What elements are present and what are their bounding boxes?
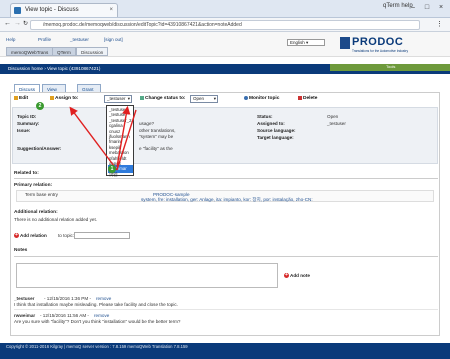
- term-entry-link[interactable]: system, fre: installation, ger: Anlage, …: [141, 197, 313, 203]
- summary-value: usage?: [139, 121, 155, 126]
- add-icon: +: [284, 272, 289, 279]
- remove-note-link[interactable]: remove: [96, 296, 111, 301]
- issue-label: Issue:: [17, 128, 31, 133]
- green-banner: Tools: [330, 64, 450, 71]
- tab-title: View topic - Discuss: [25, 7, 79, 13]
- add-note-button[interactable]: + Add note: [284, 272, 310, 279]
- notes-heading: Notes: [14, 248, 28, 253]
- prodoc-logo: PRODOC Translations for the Automotive I…: [340, 36, 440, 64]
- divider: [14, 309, 438, 310]
- note-text: Are you sure with "facility"? Don't you …: [14, 319, 181, 324]
- summary-label: Summary:: [17, 121, 40, 126]
- reload-icon[interactable]: ↻: [23, 20, 28, 27]
- close-window-icon[interactable]: ×: [434, 2, 448, 14]
- primary-relation-label: Primary relation:: [14, 183, 53, 188]
- minimize-icon[interactable]: –: [406, 2, 420, 14]
- status-icon: [140, 95, 144, 100]
- signout-link[interactable]: [sign out]: [104, 37, 123, 42]
- primary-relation-box: Term base entry PRODOC-sample system, fr…: [16, 190, 434, 202]
- monitor-icon: [244, 95, 248, 100]
- note-date: - 12/15/2016 1:36 PM -: [44, 296, 91, 301]
- tab-memoqwebtrans[interactable]: memoQWebTrans: [6, 47, 54, 56]
- step-1-badge: 1: [108, 165, 116, 173]
- primary-relation-text: Term base entry: [25, 192, 58, 197]
- tab-discussion[interactable]: Discussion: [76, 47, 109, 56]
- back-icon[interactable]: ←: [4, 20, 11, 27]
- status-label: Status:: [257, 114, 273, 119]
- add-icon: +: [14, 232, 19, 239]
- topic-id-label: Topic ID:: [17, 114, 37, 119]
- source-language-label: Source language:: [257, 128, 296, 133]
- note-textarea[interactable]: [16, 263, 278, 288]
- menu-icon[interactable]: ⋮: [436, 20, 443, 28]
- divider: [14, 256, 438, 257]
- page-favicon-icon: [14, 7, 21, 14]
- suggestion-label: Suggestion/Answer:: [17, 146, 62, 151]
- add-relation-button[interactable]: + Add relation: [14, 232, 47, 239]
- related-topic-input[interactable]: [74, 232, 130, 239]
- tab-qterm[interactable]: QTerm: [52, 47, 76, 56]
- target-language-label: Target language:: [257, 135, 294, 140]
- url-input[interactable]: /memoq.prodoc.de/memoqweb/discussion/edi…: [30, 20, 420, 30]
- to-topic-label: to topic:: [58, 233, 75, 238]
- note-author: rwweimar: [14, 313, 36, 318]
- assign-icon: [50, 95, 54, 100]
- browser-tab[interactable]: View topic - Discuss ×: [10, 3, 118, 17]
- assigned-label: Assigned to:: [257, 121, 285, 126]
- note-date: - 12/15/2016 11:56 AM -: [40, 313, 89, 318]
- topic-info: Topic ID: Summary: usage? Issue: other t…: [12, 107, 438, 164]
- profile-link[interactable]: Profile: [38, 37, 51, 42]
- help-link[interactable]: Help: [6, 37, 15, 42]
- delete-icon: [298, 95, 302, 100]
- note-author: _testuser: [14, 296, 35, 301]
- additional-relation-text: There is no additional relation added ye…: [14, 217, 97, 222]
- edit-button[interactable]: Edit: [14, 95, 28, 103]
- divider: [14, 178, 438, 179]
- language-value: English: [290, 40, 305, 45]
- issue-value-2: "system" may be: [139, 134, 174, 139]
- breadcrumb[interactable]: Discussion home › View topic (4391086742…: [8, 66, 100, 71]
- forward-icon[interactable]: →: [14, 20, 21, 27]
- note-text: I think that installation maybe misleadi…: [14, 302, 178, 307]
- topic-toolbar: Edit Assign to: _testuser ▾ Change status…: [14, 95, 434, 105]
- issue-value-1: other translations,: [139, 128, 176, 133]
- language-select[interactable]: English ▾: [287, 39, 325, 46]
- maximize-icon[interactable]: □: [420, 2, 434, 14]
- edit-icon: [14, 95, 18, 100]
- step-2-badge: 2: [36, 102, 44, 110]
- delete-button[interactable]: Delete: [298, 95, 317, 103]
- status-select[interactable]: Open ▾: [190, 95, 218, 103]
- footer: Copyright © 2011-2016 Kilgray | memoQ se…: [0, 343, 450, 359]
- status-value: Open: [327, 114, 339, 119]
- current-user: _testuser: [70, 37, 89, 42]
- remove-note-link[interactable]: remove: [94, 313, 109, 318]
- suggestion-value: e "facility" as the: [139, 146, 173, 151]
- assign-select[interactable]: _testuser ▾: [104, 95, 132, 103]
- related-heading: Related to:: [14, 171, 39, 176]
- tab-close-icon[interactable]: ×: [109, 4, 113, 17]
- assigned-value: _testuser: [327, 121, 346, 126]
- monitor-topic-button[interactable]: Monitor topic: [244, 95, 279, 103]
- address-bar-strip: ← → ↻ /memoq.prodoc.de/memoqweb/discussi…: [0, 18, 450, 32]
- assign-label: Assign to:: [50, 95, 78, 103]
- change-status-label: Change status to:: [140, 95, 186, 103]
- additional-relation-label: Additional relation:: [14, 210, 58, 215]
